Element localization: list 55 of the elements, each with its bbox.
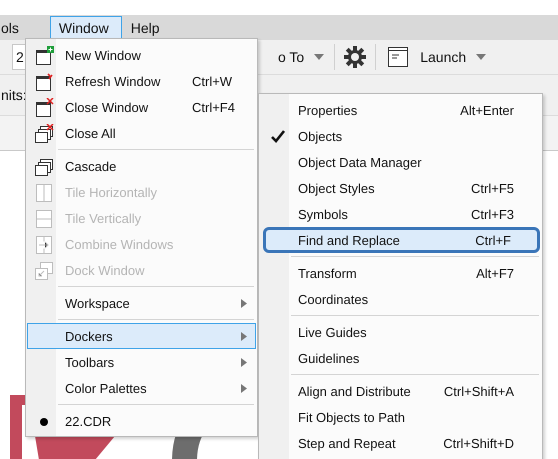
new-window-icon (34, 46, 54, 66)
menu-item[interactable]: Guidelines (260, 345, 541, 371)
combine-windows-icon (34, 235, 54, 255)
cascade-icon (34, 157, 54, 177)
shortcut-text: Alt+Enter (460, 102, 514, 118)
menu-item[interactable]: Live Guides (260, 319, 541, 345)
close-all-icon (34, 124, 54, 144)
menu-item[interactable]: Step and Repeat Ctrl+Shift+D (260, 430, 541, 456)
shortcut-text: Ctrl+F5 (471, 180, 514, 196)
shortcut-text: Ctrl+F (475, 232, 511, 248)
shortcut-text: Ctrl+Shift+A (444, 384, 514, 398)
caret-icon (476, 54, 486, 60)
menu-item[interactable]: 22.CDR (27, 408, 256, 434)
snap-to-dropdown[interactable]: o To (276, 45, 326, 69)
submenu-arrow-icon (241, 384, 247, 393)
shortcut-text: Ctrl+W (192, 74, 232, 88)
close-window-icon (34, 98, 54, 118)
menu-item[interactable]: New Window (27, 42, 256, 68)
menu-item[interactable]: Refresh Window Ctrl+W (27, 68, 256, 94)
units-label: nits: (1, 87, 27, 103)
menu-item[interactable]: Symbols Ctrl+F3 (260, 201, 541, 227)
menu-item[interactable]: Toolbars (27, 349, 256, 375)
menu-item[interactable]: Object Styles Ctrl+F5 (260, 175, 541, 201)
menu-item[interactable]: Align and Distribute Ctrl+Shift+A (260, 378, 541, 404)
tile-vertical-icon (34, 209, 54, 229)
submenu-arrow-icon (241, 299, 247, 308)
shortcut-text: Ctrl+F4 (192, 100, 235, 114)
menu-title[interactable]: Help (130, 16, 172, 40)
shortcut-text: Alt+F7 (476, 266, 514, 280)
submenu-arrow-icon (241, 358, 247, 367)
menu-item[interactable]: Color Palettes (27, 375, 256, 401)
menu-item[interactable]: Fit Objects to Path (260, 404, 541, 430)
dock-window-icon (34, 261, 54, 281)
shortcut-text: Ctrl+Shift+D (443, 436, 514, 450)
launch-button[interactable]: Launch (384, 41, 488, 73)
submenu-arrow-icon (241, 332, 247, 341)
refresh-window-icon (34, 72, 54, 92)
shortcut-text: Ctrl+F3 (471, 206, 514, 222)
menu-item[interactable]: Coordinates (260, 286, 541, 312)
menu-item[interactable]: Cascade (27, 153, 256, 179)
menu-title[interactable]: Window (50, 16, 122, 40)
menu-item[interactable]: Find and Replace Ctrl+F (263, 227, 540, 253)
menu-item[interactable]: Object Data Manager (260, 149, 541, 175)
menu-title[interactable]: ols (0, 16, 32, 40)
tile-horizontal-icon (34, 183, 54, 203)
menu-item[interactable]: Dockers (27, 323, 256, 349)
menu-item[interactable]: Workspace (27, 290, 256, 316)
caret-icon (314, 54, 324, 60)
menu-item[interactable]: Objects (260, 123, 541, 149)
menu-item[interactable]: Transform Alt+F7 (260, 260, 541, 286)
menu-item[interactable]: Properties Alt+Enter (260, 97, 541, 123)
menu-item[interactable]: Close All (27, 120, 256, 146)
gear-icon[interactable] (343, 45, 368, 69)
menu-item[interactable]: Close Window Ctrl+F4 (27, 94, 256, 120)
window-icon (386, 45, 410, 69)
